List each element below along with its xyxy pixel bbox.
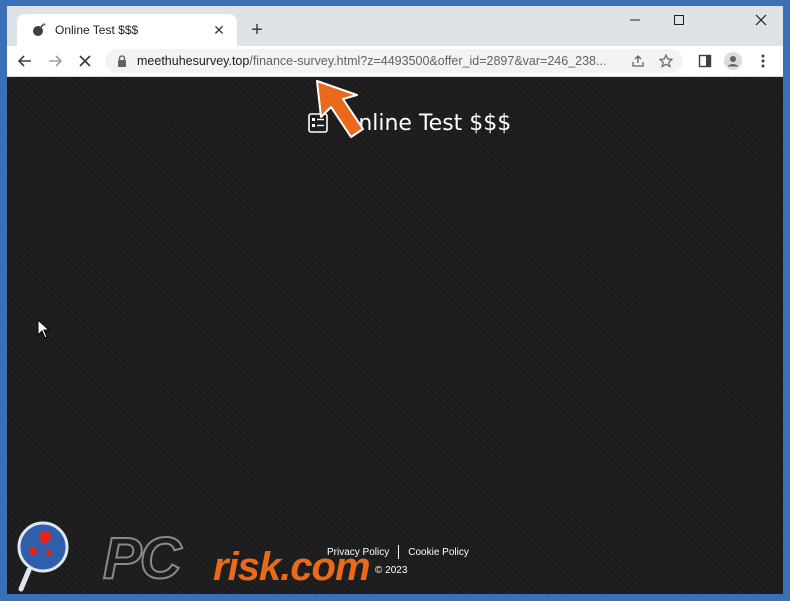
maximize-icon[interactable] xyxy=(657,6,701,34)
minimize-icon[interactable] xyxy=(613,6,657,34)
page-content: Online Test $$$ Privacy Policy Cookie Po… xyxy=(7,77,783,594)
tab-title: Online Test $$$ xyxy=(55,23,139,37)
bookmark-star-icon[interactable] xyxy=(657,52,675,70)
bomb-favicon-icon xyxy=(31,22,47,38)
pcrisk-watermark: PC risk.com xyxy=(15,515,455,594)
back-arrow-icon xyxy=(17,55,31,67)
side-panel-button[interactable] xyxy=(693,49,717,73)
browser-toolbar: meethuhesurvey.top/finance-survey.html?z… xyxy=(7,46,783,77)
new-tab-button[interactable]: + xyxy=(245,18,269,42)
forward-button[interactable] xyxy=(43,49,67,73)
url-path: /finance-survey.html?z=4493500&offer_id=… xyxy=(249,54,607,68)
profile-avatar-icon xyxy=(724,52,742,70)
side-panel-icon xyxy=(698,54,712,68)
kebab-menu-icon xyxy=(761,54,765,68)
menu-button[interactable] xyxy=(751,49,775,73)
mouse-cursor-icon xyxy=(37,319,51,339)
lock-icon[interactable] xyxy=(115,54,129,68)
stop-x-icon xyxy=(79,55,91,67)
close-icon[interactable] xyxy=(739,6,783,34)
watermark-brand-risk: risk.com xyxy=(213,545,371,589)
watermark-brand-pc: PC xyxy=(102,525,183,592)
forward-arrow-icon xyxy=(49,55,63,67)
back-button[interactable] xyxy=(13,49,37,73)
profile-button[interactable] xyxy=(721,49,745,73)
url-text[interactable]: meethuhesurvey.top/finance-survey.html?z… xyxy=(137,53,617,69)
url-host: meethuhesurvey.top xyxy=(137,54,250,68)
browser-window: Online Test $$$ ✕ + meethuhesurvey.top/f… xyxy=(7,6,783,594)
tab-online-test[interactable]: Online Test $$$ ✕ xyxy=(17,14,237,46)
stop-loading-button[interactable] xyxy=(73,49,97,73)
orange-pointer-arrow-icon xyxy=(316,80,364,138)
magnifier-logo-icon xyxy=(17,521,69,592)
tab-close-icon[interactable]: ✕ xyxy=(209,20,229,40)
address-bar[interactable]: meethuhesurvey.top/finance-survey.html?z… xyxy=(105,49,683,73)
share-icon[interactable] xyxy=(629,52,647,70)
tab-strip: Online Test $$$ ✕ + xyxy=(7,6,783,46)
